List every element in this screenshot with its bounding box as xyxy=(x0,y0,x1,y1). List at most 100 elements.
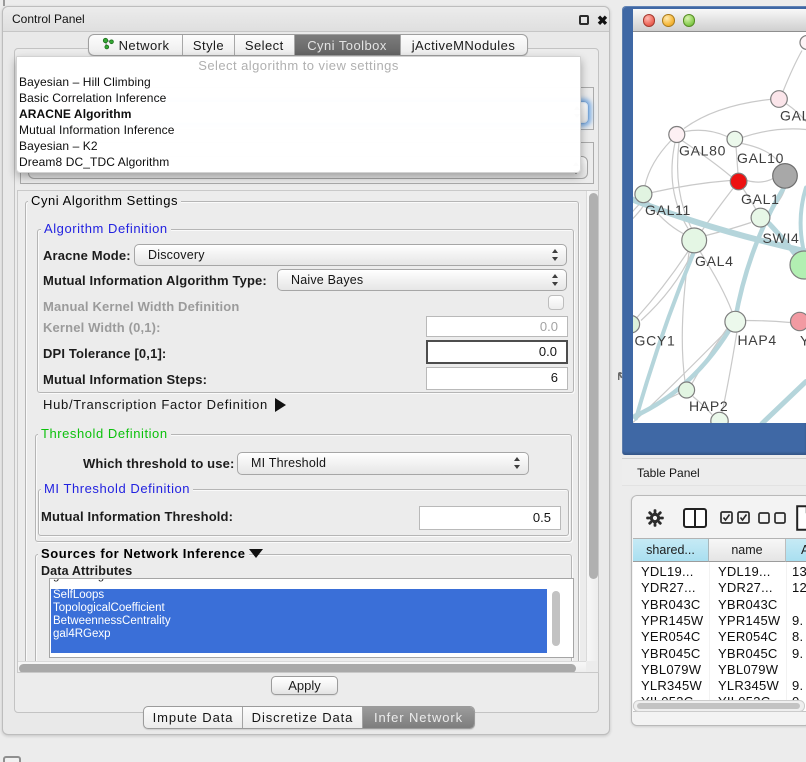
network-edge[interactable] xyxy=(645,140,671,185)
cyni-algorithm-settings-title: Cyni Algorithm Settings xyxy=(28,194,181,208)
document-icon[interactable] xyxy=(796,505,806,531)
kernel-width-input[interactable]: 0.0 xyxy=(426,316,568,337)
dropdown-item[interactable]: Bayesian – K2 xyxy=(19,138,559,154)
node-gcy1[interactable] xyxy=(633,315,640,332)
node-label-gcy1: GCY1 xyxy=(635,332,676,348)
network-edge[interactable] xyxy=(684,98,779,128)
node-green-right[interactable] xyxy=(790,251,806,279)
table-cell: YDL19... xyxy=(718,564,784,579)
node-label-y: Y xyxy=(800,332,806,348)
aracne-mode-combobox[interactable]: Discovery xyxy=(134,244,567,266)
dropdown-item[interactable]: Basic Correlation Inference xyxy=(19,90,559,106)
list-item[interactable]: gal4RGexp xyxy=(51,628,547,641)
table-horizontal-scrollbar[interactable] xyxy=(633,700,805,712)
list-item-partial[interactable]: gal80Rsig xyxy=(51,578,547,583)
mi-threshold-label: Mutual Information Threshold: xyxy=(41,509,233,524)
hub-section-label[interactable]: Hub/Transcription Factor Definition xyxy=(43,397,268,412)
tab-jactivemnodules[interactable]: jActiveMNodules xyxy=(400,35,527,55)
node-gal80[interactable] xyxy=(669,126,685,142)
tab-label: Network xyxy=(119,38,170,53)
dropdown-item[interactable]: Dream8 DC_TDC Algorithm xyxy=(19,154,559,170)
node-swi4[interactable] xyxy=(751,208,770,227)
aracne-mode-label: Aracne Mode: xyxy=(43,248,131,263)
table-cell: YER054C xyxy=(718,629,784,644)
vertical-scrollbar[interactable] xyxy=(586,191,599,661)
table-cell: YBR043C xyxy=(718,597,784,612)
data-attributes-list[interactable]: gal80Rsig SelfLoopsTopologicalCoefficient… xyxy=(49,578,574,658)
mouse-cursor-artifact xyxy=(617,371,625,381)
node-label-hap2: HAP2 xyxy=(689,398,728,414)
list-item[interactable]: TopologicalCoefficient xyxy=(51,602,547,615)
dropdown-item[interactable]: Mutual Information Inference xyxy=(19,122,559,138)
vertical-scrollbar-thumb[interactable] xyxy=(589,193,598,579)
column-separator xyxy=(786,562,787,712)
horizontal-scrollbar[interactable] xyxy=(18,661,586,673)
node-gal10[interactable] xyxy=(727,131,743,147)
traffic-light-minimize-icon[interactable] xyxy=(662,14,675,27)
list-item[interactable]: BetweennessCentrality xyxy=(51,615,547,628)
table-scrollbar-thumb[interactable] xyxy=(637,703,800,710)
node-pink-top[interactable] xyxy=(771,90,788,107)
horizontal-scrollbar-thumb[interactable] xyxy=(19,664,576,673)
network-edge[interactable] xyxy=(746,320,790,322)
list-item[interactable] xyxy=(51,641,547,654)
network-edge[interactable] xyxy=(742,128,806,137)
collapse-down-icon[interactable] xyxy=(249,549,263,558)
bottom-tab-discretize-data[interactable]: Discretize Data xyxy=(242,707,362,728)
node-hap4[interactable] xyxy=(725,311,746,332)
dpi-tolerance-input[interactable]: 0.0 xyxy=(426,340,568,364)
network-edge-highlighted[interactable] xyxy=(762,381,806,423)
node-salmon[interactable] xyxy=(791,312,806,330)
list-scrollbar-thumb[interactable] xyxy=(552,591,561,646)
close-icon[interactable]: ✖ xyxy=(597,13,608,29)
network-edge[interactable] xyxy=(783,50,802,91)
unchecked-columns-icon[interactable] xyxy=(758,512,788,524)
network-canvas[interactable]: GALGAL80GAL10GAL1GAL11SWI4GAL4GCY1HAP4YH… xyxy=(633,32,806,423)
node-gal11[interactable] xyxy=(635,185,652,202)
tab-label: Cyni Toolbox xyxy=(307,38,387,53)
split-columns-icon[interactable] xyxy=(683,508,707,528)
bottom-tab-impute-data[interactable]: Impute Data xyxy=(144,707,242,728)
manual-kernel-checkbox[interactable] xyxy=(548,295,564,310)
network-edge-highlighted[interactable] xyxy=(801,187,806,247)
checked-columns-icon[interactable] xyxy=(720,511,751,524)
dropdown-item[interactable]: Bayesian – Hill Climbing xyxy=(19,74,559,90)
dropdown-item[interactable]: ARACNE Algorithm xyxy=(19,106,559,122)
mi-threshold-input[interactable]: 0.5 xyxy=(419,506,561,530)
node-gray[interactable] xyxy=(773,163,798,188)
tab-label: Style xyxy=(193,38,224,53)
float-window-icon[interactable] xyxy=(579,15,589,25)
network-edge[interactable] xyxy=(652,180,730,192)
traffic-light-zoom-icon[interactable] xyxy=(683,14,696,27)
traffic-light-close-icon[interactable] xyxy=(643,14,656,27)
tab-select[interactable]: Select xyxy=(234,35,294,55)
table-cell: YPR145W xyxy=(718,613,784,628)
network-edge[interactable] xyxy=(685,130,727,136)
table-cell: YBL079W xyxy=(718,662,784,677)
column-header-shared[interactable]: shared... xyxy=(633,539,709,562)
node-top-right[interactable] xyxy=(800,35,806,49)
network-edge[interactable] xyxy=(747,178,773,182)
expand-right-icon[interactable] xyxy=(275,398,286,412)
apply-button[interactable]: Apply xyxy=(271,676,338,695)
mi-steps-input[interactable]: 6 xyxy=(426,367,568,390)
tab-style[interactable]: Style xyxy=(182,35,234,55)
tab-cyni-toolbox[interactable]: Cyni Toolbox xyxy=(294,35,400,55)
which-threshold-combobox[interactable]: MI Threshold xyxy=(237,452,529,475)
table-cell: YBR045C xyxy=(641,646,707,661)
combo-arrows-icon xyxy=(552,274,559,286)
tab-network[interactable]: Network xyxy=(89,35,182,55)
column-header-a[interactable]: A xyxy=(786,539,806,562)
column-header-name[interactable]: name xyxy=(709,539,786,562)
table-cell: YLR345W xyxy=(641,678,707,693)
mi-type-combobox[interactable]: Naive Bayes xyxy=(277,269,567,291)
table-cell: 9. xyxy=(792,646,806,661)
node-gal4[interactable] xyxy=(682,228,707,253)
node-gal1-red[interactable] xyxy=(730,173,747,190)
node-hap2[interactable] xyxy=(679,382,695,398)
table-cell: YDL19... xyxy=(641,564,707,579)
table-cell: YBL079W xyxy=(641,662,707,677)
list-item[interactable]: SelfLoops xyxy=(51,589,547,602)
gear-icon[interactable] xyxy=(646,509,664,527)
bottom-tab-infer-network[interactable]: Infer Network xyxy=(362,707,474,728)
